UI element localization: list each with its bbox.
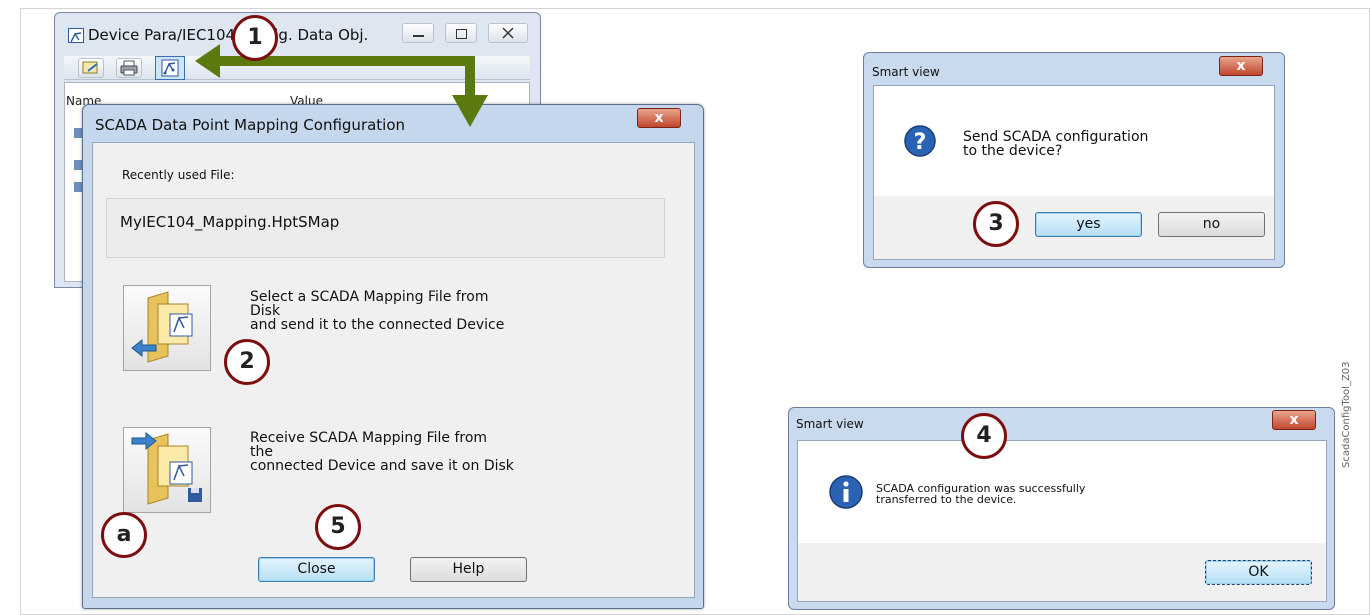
- confirm-dialog-title: Smart view: [872, 65, 940, 79]
- question-icon: ?: [903, 124, 937, 158]
- confirm-message: Send SCADA configuration to the device?: [963, 129, 1149, 159]
- step-badge-1: 1: [232, 15, 278, 61]
- ok-button[interactable]: OK: [1205, 560, 1312, 585]
- step-badge-5: 5: [315, 504, 361, 550]
- step-badge-2: 2: [224, 339, 270, 385]
- close-icon: x: [1289, 412, 1299, 428]
- step-badge-a: a: [101, 512, 147, 558]
- arrow-shaft-horizontal: [215, 56, 475, 96]
- info-dialog-title: Smart view: [796, 417, 864, 431]
- step-badge-3: 3: [973, 201, 1019, 247]
- figure-id-caption: ScadaConfigTool_Z03: [1341, 361, 1352, 468]
- info-message: SCADA configuration was successfully tra…: [876, 482, 1086, 506]
- no-button[interactable]: no: [1158, 212, 1265, 237]
- info-icon: [828, 474, 864, 510]
- info-dialog-close-button[interactable]: x: [1272, 410, 1316, 430]
- yes-button[interactable]: yes: [1035, 212, 1142, 237]
- confirm-dialog-close-button[interactable]: x: [1219, 56, 1263, 76]
- arrow-head-left: [195, 44, 220, 78]
- svg-text:?: ?: [914, 130, 927, 155]
- close-icon: x: [1236, 58, 1246, 74]
- arrow-head-down: [452, 95, 488, 127]
- step-badge-4: 4: [961, 413, 1007, 459]
